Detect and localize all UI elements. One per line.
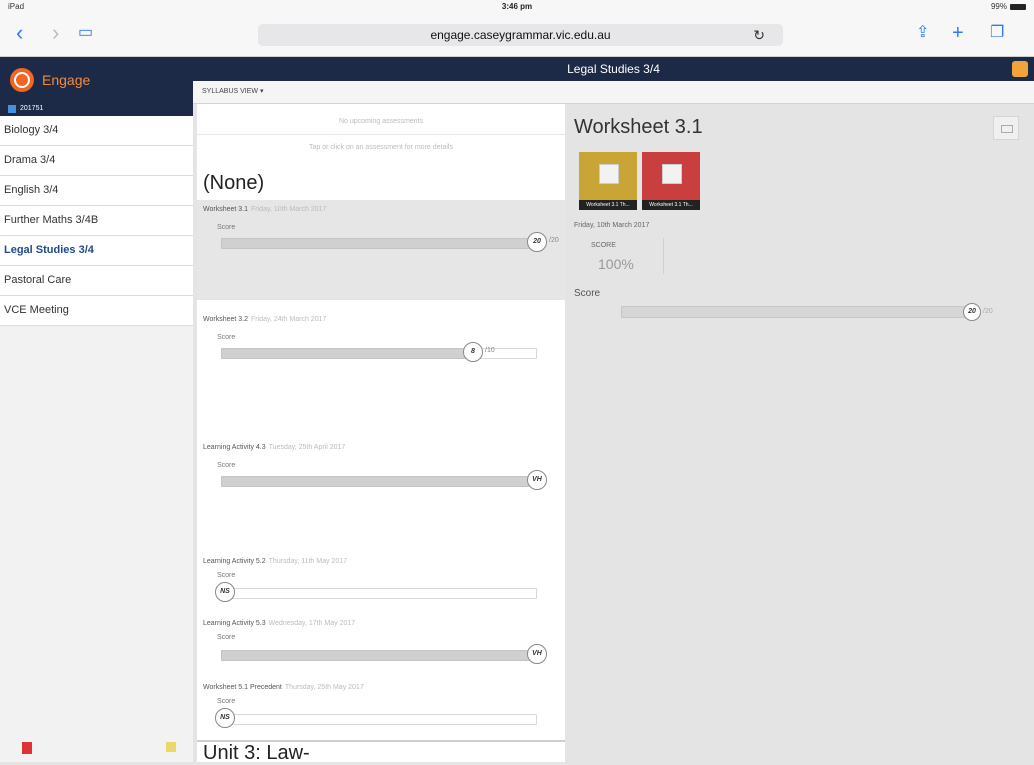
share-icon[interactable]: ⇪	[916, 22, 929, 44]
address-bar[interactable]: engage.caseygrammar.vic.edu.au ↻	[258, 24, 783, 46]
note-icon[interactable]	[166, 742, 176, 752]
tabs-icon[interactable]: ❐	[990, 22, 1004, 44]
assessment-card[interactable]: Worksheet 3.2 Friday, 24th March 2017 Sco…	[197, 310, 565, 410]
brand-name: Engage	[42, 71, 91, 88]
assessment-card[interactable]: Worksheet 5.1 Precedent Thursday, 25th Ma…	[197, 678, 565, 734]
score-bar	[621, 306, 966, 318]
new-tab-icon[interactable]: +	[952, 22, 964, 44]
assessment-date: Friday, 24th March 2017	[251, 316, 327, 323]
browser-toolbar: ‹ › ▭ engage.caseygrammar.vic.edu.au ↻ ⇪…	[0, 14, 1034, 57]
status-bar: iPad 3:46 pm 99%	[0, 0, 1034, 14]
score-knob: 20	[963, 303, 981, 321]
assessment-date: Wednesday, 17th May 2017	[268, 620, 356, 627]
assessment-date: Thursday, 11th May 2017	[268, 558, 347, 565]
battery-icon	[1010, 3, 1026, 10]
attachment-caption: Worksheet 3.1 Th...	[642, 200, 700, 210]
hint-message: Tap or click on an assessment for more d…	[309, 144, 453, 151]
score-bar	[221, 588, 537, 599]
term-selector[interactable]: 201751	[0, 102, 193, 116]
class-list: Biology 3/4 Drama 3/4 English 3/4 Furthe…	[0, 116, 193, 326]
logout-icon[interactable]	[22, 742, 32, 754]
score-knob: 8	[463, 342, 483, 362]
detail-title: Worksheet 3.1	[574, 116, 703, 138]
score-bar	[221, 714, 537, 725]
assessment-card[interactable]: Worksheet 3.1 Friday, 10th March 2017 Sco…	[197, 200, 565, 300]
score-knob: VH	[527, 644, 547, 664]
back-icon[interactable]: ‹	[16, 22, 23, 44]
back-arrow-icon	[8, 105, 16, 113]
sidebar-item-drama[interactable]: Drama 3/4	[0, 146, 193, 176]
term-label: 201751	[20, 105, 44, 112]
score-bar	[221, 348, 475, 359]
score-label: Score	[217, 462, 236, 469]
attachment-caption: Worksheet 3.1 Th...	[579, 200, 637, 210]
assessment-title: Learning Activity 5.3	[203, 620, 266, 627]
clock: 3:46 pm	[501, 2, 533, 11]
page-header: Legal Studies 3/4	[193, 57, 1034, 81]
sidebar: Engage 201751 Biology 3/4 Drama 3/4 Engl…	[0, 57, 193, 762]
assessment-list: No upcoming assessments Tap or click on …	[197, 104, 565, 764]
sidebar-item-pastoral-care[interactable]: Pastoral Care	[0, 266, 193, 296]
reload-icon[interactable]: ↻	[753, 24, 765, 46]
brand-bar: Engage	[0, 57, 193, 102]
syllabus-view-dropdown[interactable]: SYLLABUS VIEW ▾	[193, 81, 1034, 104]
score-label: Score	[217, 698, 236, 705]
assessment-card[interactable]: Learning Activity 5.2 Thursday, 11th May …	[197, 552, 565, 608]
score-label: Score	[217, 334, 236, 341]
score-bar	[221, 650, 537, 661]
battery-percent: 99%	[990, 2, 1007, 11]
assessment-title: Worksheet 3.1	[203, 206, 249, 213]
document-icon	[599, 164, 619, 184]
assessment-title: Learning Activity 4.3	[203, 444, 266, 451]
assessment-date: Thursday, 25th May 2017	[284, 684, 364, 691]
score-bar	[221, 238, 537, 249]
score-knob: VH	[527, 470, 547, 490]
attachment-file[interactable]: Worksheet 3.1 Th...	[579, 152, 637, 210]
upcoming-message: No upcoming assessments	[338, 118, 424, 125]
sidebar-item-biology[interactable]: Biology 3/4	[0, 116, 193, 146]
score-label: Score	[574, 288, 601, 299]
score-out-of: /20	[549, 237, 559, 244]
page-title: Legal Studies 3/4	[567, 62, 660, 76]
divider	[663, 238, 664, 274]
detail-date: Friday, 10th March 2017	[574, 222, 650, 229]
assessment-date: Friday, 10th March 2017	[251, 206, 327, 213]
score-out-of: /20	[983, 308, 993, 315]
divider	[197, 134, 565, 135]
sidebar-item-english[interactable]: English 3/4	[0, 176, 193, 206]
assessment-title: Learning Activity 5.2	[203, 558, 266, 565]
sidebar-item-vce-meeting[interactable]: VCE Meeting	[0, 296, 193, 326]
score-knob: 20	[527, 232, 547, 252]
score-label: Score	[217, 634, 236, 641]
score-bar	[221, 476, 537, 487]
assessment-title: Worksheet 5.1 Precedent	[203, 684, 282, 691]
score-percent: 100%	[598, 256, 634, 272]
battery-indicator: 99%	[991, 2, 1026, 11]
bookmarks-icon[interactable]: ▭	[78, 22, 93, 44]
sidebar-footer	[0, 734, 193, 762]
score-knob: NS	[215, 708, 235, 728]
score-label: Score	[217, 572, 236, 579]
assessment-detail: Worksheet 3.1 Worksheet 3.1 Th... Worksh…	[565, 104, 1034, 762]
sidebar-item-further-maths[interactable]: Further Maths 3/4B	[0, 206, 193, 236]
forward-icon[interactable]: ›	[52, 22, 59, 44]
url-text: engage.caseygrammar.vic.edu.au	[430, 28, 611, 42]
assessment-date: Tuesday, 25th April 2017	[268, 444, 346, 451]
score-heading: SCORE	[591, 242, 616, 249]
engage-logo-icon	[10, 67, 34, 92]
score-knob: NS	[215, 582, 235, 602]
score-out-of: /10	[485, 347, 495, 354]
document-icon	[662, 164, 682, 184]
print-icon[interactable]	[993, 116, 1019, 140]
assessment-card[interactable]: Learning Activity 5.3 Wednesday, 17th May…	[197, 614, 565, 670]
sidebar-item-legal-studies[interactable]: Legal Studies 3/4	[0, 236, 193, 266]
score-label: Score	[217, 224, 236, 231]
attachment-file[interactable]: Worksheet 3.1 Th...	[642, 152, 700, 210]
assessment-card[interactable]: Learning Activity 4.3 Tuesday, 25th April…	[197, 438, 565, 538]
notification-icon[interactable]	[1012, 61, 1028, 77]
section-title: (None)	[203, 172, 265, 194]
assessment-title: Worksheet 3.2	[203, 316, 249, 323]
